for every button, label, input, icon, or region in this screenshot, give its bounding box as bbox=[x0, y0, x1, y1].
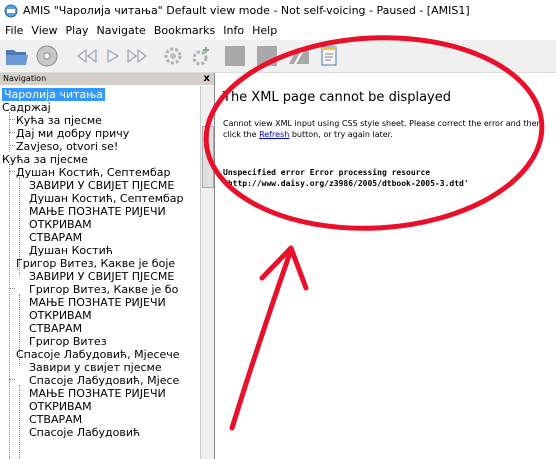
tree-item[interactable]: Душан Костић bbox=[29, 244, 113, 257]
title-bar: AMIS "Чаролија читања" Default view mode… bbox=[0, 0, 556, 22]
rewind-icon bbox=[77, 48, 97, 64]
settings-icon bbox=[164, 47, 182, 65]
refresh-link[interactable]: Refresh bbox=[259, 130, 289, 139]
tree-item[interactable]: СТВАРАМ bbox=[29, 231, 82, 244]
book-button[interactable] bbox=[286, 43, 312, 69]
open-folder-button[interactable] bbox=[4, 43, 30, 69]
tree-item[interactable]: МАЊЕ ПОЗНАТЕ РИЈЕЧИ bbox=[29, 296, 166, 309]
tree-item[interactable]: Кућа за пјесме bbox=[2, 153, 88, 166]
cd-button[interactable] bbox=[34, 43, 60, 69]
settings-button[interactable] bbox=[160, 43, 186, 69]
tree-item[interactable]: Григор Витез bbox=[29, 335, 107, 348]
error-detail-line2: 'http://www.daisy.org/z3986/2005/dtbook-… bbox=[223, 179, 469, 188]
content-pane: The XML page cannot be displayed Cannot … bbox=[215, 73, 556, 459]
app-icon bbox=[4, 4, 18, 18]
menu-help[interactable]: Help bbox=[249, 22, 280, 40]
block-icon bbox=[225, 46, 245, 66]
notepad-icon bbox=[321, 46, 337, 66]
tree-item[interactable]: Дај ми добру причу bbox=[16, 127, 129, 140]
tree-item[interactable]: ОТКРИВАМ bbox=[29, 309, 92, 322]
error-detail-line1: Unspecified error Error processing resou… bbox=[223, 168, 431, 177]
block-button-1[interactable] bbox=[222, 43, 248, 69]
tree-item[interactable]: Спасоје Лабудовић bbox=[29, 426, 140, 439]
tree-item[interactable]: ЗАВИРИ У СВИЈЕТ ПЈЕСМЕ bbox=[29, 270, 174, 283]
open-folder-icon bbox=[6, 50, 28, 65]
error-message-text-end: button, or try again later. bbox=[289, 130, 393, 139]
navigation-pane: Navigation x Чаролија читања Садржај Кућ… bbox=[0, 73, 215, 459]
play-button[interactable] bbox=[100, 43, 126, 69]
settings-plus-icon bbox=[192, 47, 209, 66]
block-button-2[interactable] bbox=[254, 43, 280, 69]
menu-play[interactable]: Play bbox=[63, 22, 92, 40]
error-detail: Unspecified error Error processing resou… bbox=[223, 167, 469, 189]
block-icon bbox=[257, 46, 277, 66]
window-title: AMIS "Чаролија читања" Default view mode… bbox=[23, 4, 470, 17]
tree-item[interactable]: СТВАРАМ bbox=[29, 322, 82, 335]
tree-item[interactable]: Душан Костић, Септембар bbox=[16, 166, 171, 179]
play-icon bbox=[107, 48, 120, 64]
tree-item[interactable]: СТВАРАМ bbox=[29, 413, 82, 426]
cd-icon bbox=[36, 45, 58, 67]
fast-forward-button[interactable] bbox=[124, 43, 150, 69]
notepad-button[interactable] bbox=[316, 43, 342, 69]
tree-item[interactable]: ЗАВИРИ У СВИЈЕТ ПЈЕСМЕ bbox=[29, 179, 174, 192]
rewind-button[interactable] bbox=[74, 43, 100, 69]
toolbar bbox=[0, 40, 556, 73]
navigation-header: Navigation x bbox=[0, 73, 214, 85]
tree-item[interactable]: Садржај bbox=[2, 101, 51, 114]
menu-navigate[interactable]: Navigate bbox=[93, 22, 148, 40]
tree-item-root[interactable]: Чаролија читања bbox=[2, 88, 105, 101]
menu-bar: File View Play Navigate Bookmarks Info Help bbox=[0, 22, 556, 40]
tree-item[interactable]: Душан Костић, Септембар bbox=[29, 192, 184, 205]
tree-item[interactable]: Спасоје Лабудовић, Мјесе bbox=[29, 374, 179, 387]
tree-item[interactable]: МАЊЕ ПОЗНАТЕ РИЈЕЧИ bbox=[29, 205, 166, 218]
navigation-tree: Чаролија читања Садржај Кућа за пјесме Д… bbox=[0, 86, 200, 459]
navigation-label: Navigation bbox=[3, 74, 47, 83]
settings-plus-button[interactable] bbox=[188, 43, 214, 69]
scrollbar-thumb[interactable] bbox=[202, 126, 214, 188]
tree-item[interactable]: ОТКРИВАМ bbox=[29, 218, 92, 231]
tree-item[interactable]: Завири у свијет пјесме bbox=[29, 361, 162, 374]
tree-item[interactable]: Кућа за пјесме bbox=[16, 114, 102, 127]
menu-bookmarks[interactable]: Bookmarks bbox=[151, 22, 218, 40]
book-icon bbox=[289, 48, 309, 65]
menu-view[interactable]: View bbox=[28, 22, 60, 40]
navigation-scrollbar[interactable] bbox=[200, 86, 214, 459]
error-message: Cannot view XML input using CSS style sh… bbox=[223, 118, 553, 140]
error-title: The XML page cannot be displayed bbox=[223, 90, 451, 105]
tree-item[interactable]: Спасоје Лабудовић, Мјесече bbox=[16, 348, 180, 361]
tree-item[interactable]: Zavjeso, otvori se! bbox=[16, 140, 118, 153]
fast-forward-icon bbox=[127, 48, 147, 64]
tree-item[interactable]: Григор Витез, Какве је боје bbox=[16, 257, 175, 270]
menu-info[interactable]: Info bbox=[220, 22, 247, 40]
tree-item[interactable]: ОТКРИВАМ bbox=[29, 400, 92, 413]
tree-item[interactable]: МАЊЕ ПОЗНАТЕ РИЈЕЧИ bbox=[29, 387, 166, 400]
close-icon[interactable]: x bbox=[204, 73, 210, 85]
tree-item[interactable]: Григор Витез, Какве је бо bbox=[29, 283, 178, 296]
menu-file[interactable]: File bbox=[2, 22, 26, 40]
